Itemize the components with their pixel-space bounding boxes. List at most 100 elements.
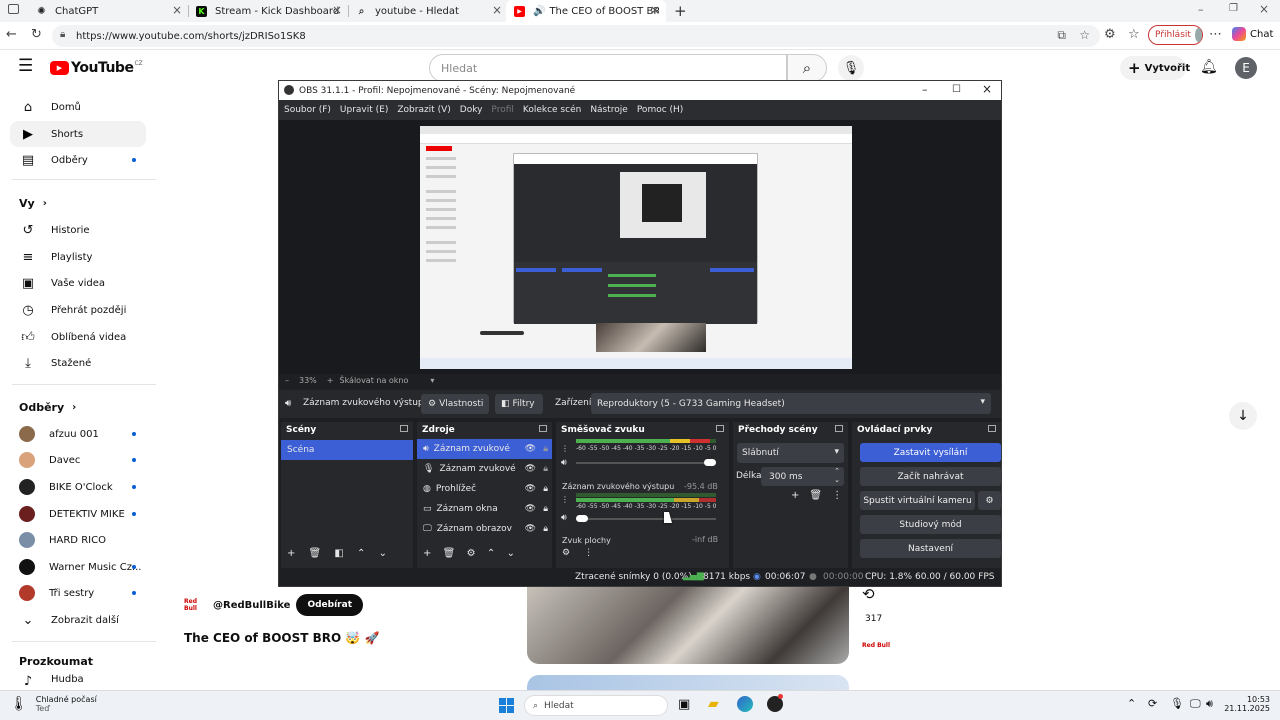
- sidebar-item-your-videos[interactable]: ▣ Vaše videa: [10, 270, 146, 296]
- minimize-button[interactable]: –: [1198, 3, 1204, 16]
- collections-icon[interactable]: ☆: [1128, 28, 1140, 42]
- voice-search-mic-icon[interactable]: 🎙︎: [838, 55, 864, 81]
- menu-view[interactable]: Zobrazit (V): [397, 105, 450, 115]
- trash-icon[interactable]: 🗑︎: [309, 548, 322, 559]
- close-window-button[interactable]: ×: [1259, 2, 1269, 16]
- scale-dropdown-icon[interactable]: ▾: [430, 376, 434, 385]
- notifications-bell-icon[interactable]: 🔔︎: [1200, 60, 1218, 74]
- account-avatar[interactable]: E: [1235, 57, 1257, 79]
- source-item[interactable]: 🔊︎ Záznam zvukové 👁 🔒︎: [417, 439, 552, 459]
- start-recording-button[interactable]: Začít nahrávat: [860, 467, 1001, 486]
- stepper-icon[interactable]: ⌃ ⌄: [834, 467, 840, 485]
- source-item[interactable]: ▭ Záznam okna 👁 🔒︎: [417, 499, 552, 519]
- start-virtual-camera-button[interactable]: Spustit virtuální kameru: [860, 491, 975, 510]
- menu-docks[interactable]: Doky: [460, 105, 483, 115]
- dock-popout-icon[interactable]: [539, 425, 547, 432]
- more-icon[interactable]: ⋯: [1209, 28, 1222, 42]
- duration-input[interactable]: 300 ms ⌃ ⌄: [761, 467, 844, 486]
- channel-logo-icon[interactable]: Red Bull: [862, 642, 890, 649]
- transition-select[interactable]: Slábnutí ▾: [737, 443, 844, 463]
- maximize-button[interactable]: ☐: [952, 84, 961, 95]
- scene-item[interactable]: Scéna: [281, 440, 413, 460]
- sidebar-item-watch-later[interactable]: ◷ Přehrát později: [10, 297, 146, 323]
- sidebar-item-home[interactable]: ⌂ Domů: [10, 94, 146, 120]
- refresh-icon[interactable]: ↻: [31, 28, 42, 42]
- sidebar-item-downloads[interactable]: ⤓ Stažené: [10, 350, 146, 376]
- studio-mode-button[interactable]: Studiový mód: [860, 515, 1001, 534]
- speaker-icon[interactable]: 🔊︎: [561, 458, 567, 468]
- minimize-button[interactable]: –: [922, 83, 928, 96]
- volume-icon[interactable]: 🔊︎: [1206, 697, 1213, 711]
- move-up-icon[interactable]: ⌃: [487, 548, 495, 559]
- lock-icon[interactable]: 🔒︎: [543, 524, 548, 534]
- source-item[interactable]: 🎙︎ Záznam zvukové 👁 🔒︎: [417, 459, 552, 479]
- dock-popout-icon[interactable]: [835, 425, 843, 432]
- transition-menu-icon[interactable]: ⋮: [832, 490, 842, 501]
- volume-slider-handle-2[interactable]: [576, 515, 588, 522]
- back-icon[interactable]: ←: [6, 28, 17, 42]
- sidebar-item-subscriptions[interactable]: ▤ Odběry: [10, 147, 146, 173]
- mixer-menu-icon[interactable]: ⋮: [584, 548, 593, 558]
- next-short-button[interactable]: ↓: [1229, 402, 1257, 430]
- lock-icon[interactable]: 🔒︎: [543, 464, 548, 474]
- next-short-preview[interactable]: [527, 675, 849, 690]
- subscription-item[interactable]: BIKE O'Clock: [10, 474, 146, 500]
- sync-icon[interactable]: ⟳: [1148, 697, 1157, 710]
- dock-popout-icon[interactable]: [400, 425, 408, 432]
- windows-start-icon[interactable]: [499, 698, 514, 713]
- scale-mode-label[interactable]: Škálovat na okno: [339, 376, 408, 385]
- menu-profile[interactable]: Profil: [491, 105, 513, 115]
- eye-icon[interactable]: 👁: [525, 444, 536, 454]
- channel-menu-icon[interactable]: ⋮: [561, 444, 569, 453]
- sidebar-item-liked-videos[interactable]: 👍︎ Oblíbená videa: [10, 324, 146, 350]
- subscriptions-section-heading[interactable]: Odběry ›: [19, 401, 76, 414]
- favorite-star-icon[interactable]: ☆: [1079, 28, 1090, 42]
- filters-button[interactable]: ◧ Filtry: [495, 394, 543, 414]
- redbull-logo-icon[interactable]: Red Bull: [184, 598, 206, 612]
- subscription-item[interactable]: afzuu 001: [10, 421, 146, 447]
- sidebar-item-music[interactable]: ♪ Hudba: [10, 674, 146, 688]
- speaker-icon[interactable]: 🔊︎: [561, 513, 567, 523]
- dock-popout-icon[interactable]: [716, 425, 724, 432]
- source-item[interactable]: 🖵︎ Záznam obrazov 👁 🔒︎: [417, 519, 552, 539]
- microphone-icon[interactable]: 🎙︎: [1170, 697, 1184, 710]
- new-tab-button[interactable]: +: [674, 2, 687, 20]
- zoom-in-icon[interactable]: +: [327, 376, 334, 385]
- you-section-heading[interactable]: Vy ›: [19, 197, 47, 210]
- obs-preview-canvas[interactable]: [420, 126, 852, 369]
- trash-icon[interactable]: 🗑︎: [809, 490, 822, 501]
- virtual-camera-settings-gear-icon[interactable]: ⚙: [978, 491, 1001, 510]
- gear-icon[interactable]: ⚙: [467, 548, 476, 559]
- sidebar-item-playlists[interactable]: ≡ Playlisty: [10, 244, 146, 270]
- speaker-icon[interactable]: 🔊: [533, 6, 545, 17]
- short-video-player[interactable]: [527, 585, 849, 664]
- volume-slider-track-1[interactable]: [576, 462, 716, 464]
- weather-widget[interactable]: 🌡︎ Chladné počasí Teď: [10, 695, 97, 713]
- eye-icon[interactable]: 👁: [525, 484, 536, 494]
- tab-youtube-search[interactable]: ⌕ youtube - Hledat ×: [348, 0, 508, 22]
- display-icon[interactable]: 🖵︎: [1190, 697, 1201, 711]
- volume-slider-handle-1[interactable]: [704, 459, 716, 466]
- lock-icon[interactable]: 🔒︎: [543, 444, 548, 454]
- properties-button[interactable]: ⚙ Vlastnosti: [421, 394, 489, 414]
- add-transition-icon[interactable]: +: [791, 490, 799, 501]
- tab-youtube-short[interactable]: ▶ 🔊 The CEO of BOOST BRO 🤯 🚀 ×: [506, 0, 666, 22]
- tray-chevron-icon[interactable]: ⌃: [1127, 697, 1136, 710]
- file-explorer-icon[interactable]: ▰: [708, 696, 719, 712]
- youtube-search-button[interactable]: ⌕: [787, 54, 827, 82]
- add-scene-icon[interactable]: +: [287, 548, 295, 559]
- tab-chatgpt[interactable]: ✺ ChatGPT ×: [28, 0, 188, 22]
- reader-icon[interactable]: ⧉: [1057, 28, 1066, 43]
- advanced-audio-icon[interactable]: ⚙: [562, 548, 570, 558]
- device-select[interactable]: Reproduktory (5 - G733 Gaming Headset) ▾: [591, 393, 991, 414]
- taskbar-search-input[interactable]: ⌕ Hledat: [524, 695, 668, 716]
- close-icon[interactable]: ×: [492, 3, 502, 17]
- lock-icon[interactable]: 🔒︎: [543, 504, 548, 514]
- extensions-icon[interactable]: ⚙: [1104, 28, 1116, 42]
- volume-slider-track-2[interactable]: [576, 518, 716, 520]
- channel-menu-icon[interactable]: ⋮: [561, 495, 569, 504]
- sidebar-item-shorts[interactable]: ▶ Shorts: [10, 121, 146, 147]
- task-view-icon[interactable]: ▣: [678, 697, 690, 712]
- subscription-item[interactable]: Davec: [10, 447, 146, 473]
- menu-file[interactable]: Soubor (F): [284, 105, 331, 115]
